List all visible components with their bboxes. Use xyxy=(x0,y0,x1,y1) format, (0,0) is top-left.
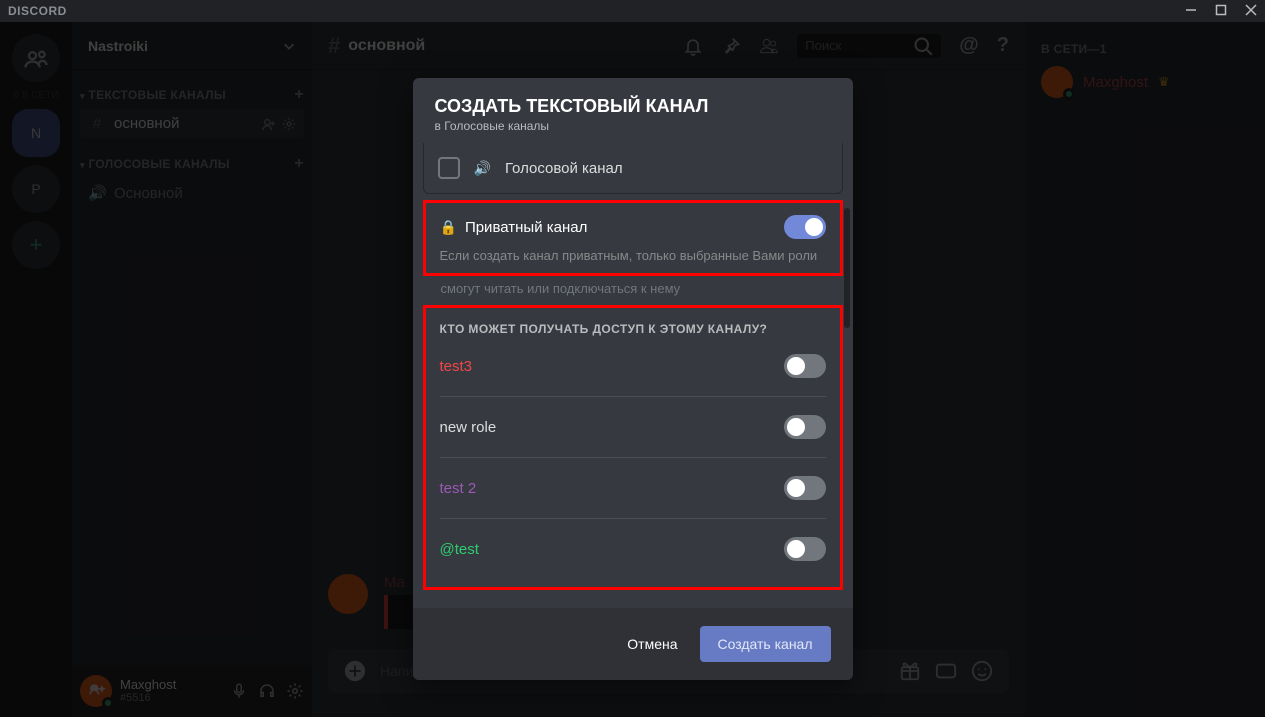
role-row: test3 xyxy=(440,336,826,397)
lock-icon: 🔒 xyxy=(440,219,457,236)
window-maximize-icon[interactable] xyxy=(1215,3,1227,19)
create-button[interactable]: Создать канал xyxy=(700,626,831,662)
modal-subtitle: в Голосовые каналы xyxy=(435,119,831,133)
role-name: test 2 xyxy=(440,480,477,497)
modal-title: СОЗДАТЬ ТЕКСТОВЫЙ КАНАЛ xyxy=(435,96,831,117)
window-titlebar: DISCORD xyxy=(0,0,1265,22)
role-name: test3 xyxy=(440,358,473,375)
window-close-icon[interactable] xyxy=(1245,3,1257,19)
role-name: @test xyxy=(440,541,479,558)
modal-scrollbar[interactable] xyxy=(844,208,850,638)
role-toggle[interactable] xyxy=(784,476,826,500)
speaker-icon: 🔊 xyxy=(474,160,491,177)
cancel-button[interactable]: Отмена xyxy=(627,636,677,652)
role-access-section: КТО МОЖЕТ ПОЛУЧАТЬ ДОСТУП К ЭТОМУ КАНАЛУ… xyxy=(423,305,843,590)
role-row: new role xyxy=(440,397,826,458)
role-name: new role xyxy=(440,419,497,436)
role-toggle[interactable] xyxy=(784,537,826,561)
discord-logo: DISCORD xyxy=(8,4,67,18)
window-minimize-icon[interactable] xyxy=(1185,3,1197,19)
role-row: test 2 xyxy=(440,458,826,519)
private-channel-section: 🔒 Приватный канал Если создать канал при… xyxy=(423,200,843,276)
role-toggle[interactable] xyxy=(784,354,826,378)
private-toggle[interactable] xyxy=(784,215,826,239)
checkbox[interactable] xyxy=(438,157,460,179)
role-toggle[interactable] xyxy=(784,415,826,439)
channel-type-voice[interactable]: 🔊 Голосовой канал xyxy=(423,143,843,194)
create-channel-modal: СОЗДАТЬ ТЕКСТОВЫЙ КАНАЛ в Голосовые кана… xyxy=(413,78,853,680)
role-row: @test xyxy=(440,519,826,579)
